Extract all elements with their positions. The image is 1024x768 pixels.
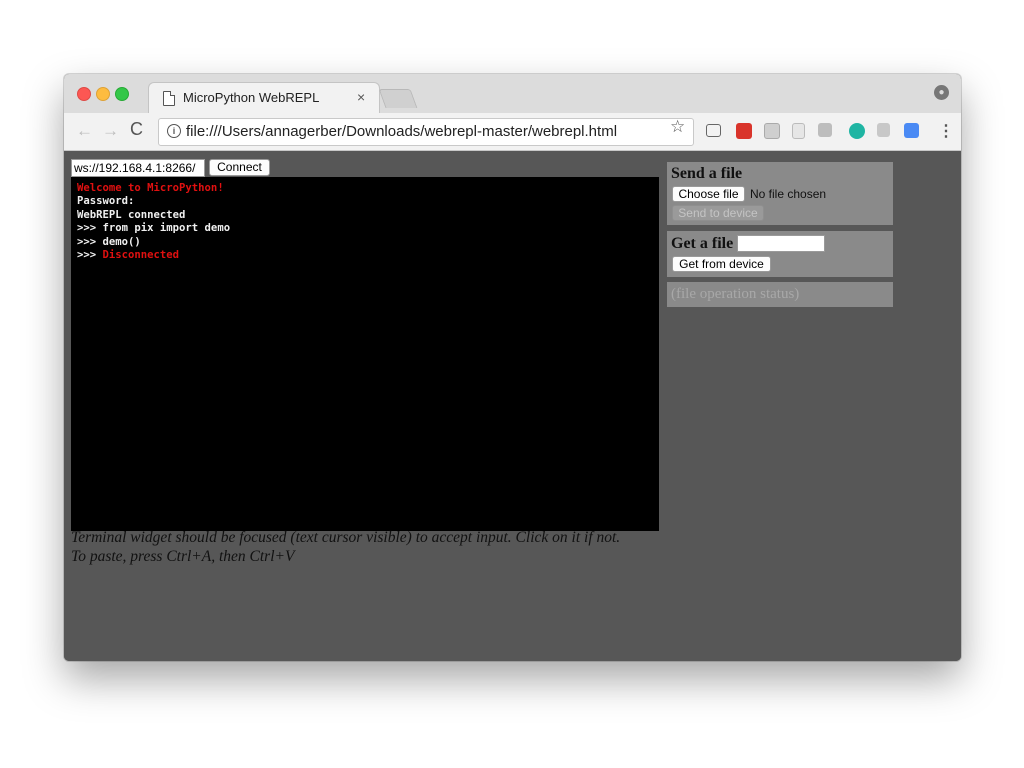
tab-strip: MicroPython WebREPL × ●	[64, 74, 961, 114]
window-close-button[interactable]	[77, 87, 91, 101]
extension-document-icon[interactable]	[792, 123, 805, 139]
extension-gray-icon[interactable]	[818, 123, 832, 137]
help-line-focus: Terminal widget should be focused (text …	[71, 529, 621, 546]
get-filename-input[interactable]	[737, 235, 825, 252]
window-minimize-button[interactable]	[96, 87, 110, 101]
address-bar-url[interactable]: file:///Users/annagerber/Downloads/webre…	[186, 123, 617, 140]
terminal-line: Welcome to MicroPython!	[77, 182, 224, 194]
forward-icon[interactable]: →	[102, 121, 119, 141]
terminal[interactable]: Welcome to MicroPython! Password: WebREPL …	[71, 177, 659, 531]
no-file-chosen-text: No file chosen	[750, 187, 827, 201]
page-content: Connect Welcome to MicroPython!Password:…	[64, 151, 961, 661]
tab-close-icon[interactable]: ×	[357, 89, 365, 105]
extension-red-icon[interactable]	[736, 123, 752, 139]
info-icon[interactable]: i	[167, 124, 181, 138]
get-from-device-button[interactable]: Get from device	[672, 256, 771, 272]
send-file-heading: Send a file	[671, 165, 743, 182]
send-to-device-button[interactable]: Send to device	[672, 205, 764, 221]
bookmark-star-icon[interactable]: ☆	[670, 117, 685, 137]
reload-icon[interactable]: C	[130, 119, 143, 140]
page-icon	[163, 91, 175, 106]
terminal-line: >>> from pix import demo	[77, 222, 231, 235]
help-line-paste: To paste, press Ctrl+A, then Ctrl+V	[71, 548, 295, 565]
connect-button[interactable]: Connect	[209, 159, 270, 176]
address-bar[interactable]: i file:///Users/annagerber/Downloads/web…	[158, 118, 694, 146]
cast-icon[interactable]	[706, 124, 721, 137]
file-status-panel: (file operation status)	[667, 282, 893, 307]
window-maximize-button[interactable]	[115, 87, 129, 101]
extension-circle-icon[interactable]	[849, 123, 865, 139]
get-file-panel: Get a file Get from device	[667, 231, 893, 277]
new-tab-button[interactable]	[378, 89, 418, 108]
back-icon[interactable]: ←	[76, 121, 93, 141]
terminal-prompt: >>>	[77, 249, 103, 262]
browser-menu-icon[interactable]: ⋮	[938, 121, 954, 141]
translate-icon[interactable]	[904, 123, 919, 138]
get-file-heading: Get a file	[671, 235, 734, 252]
browser-toolbar: ← → C i file:///Users/annagerber/Downloa…	[64, 113, 961, 151]
choose-file-button[interactable]: Choose file	[672, 186, 745, 202]
tab-title: MicroPython WebREPL	[183, 90, 320, 105]
terminal-help-text: Terminal widget should be focused (text …	[71, 528, 671, 566]
extension-grid-icon[interactable]	[764, 123, 780, 139]
terminal-line: >>> demo()	[77, 235, 141, 248]
websocket-url-input[interactable]	[71, 159, 205, 177]
profile-icon[interactable]: ●	[934, 85, 949, 100]
tab-webrepl[interactable]: MicroPython WebREPL ×	[148, 82, 380, 114]
extension-lines-icon[interactable]	[877, 123, 890, 137]
terminal-line: >>> Disconnected	[77, 249, 653, 262]
send-file-panel: Send a file Choose file No file chosen S…	[667, 162, 893, 225]
terminal-line: Password:	[77, 195, 135, 208]
terminal-disconnected-text: Disconnected	[102, 249, 180, 262]
terminal-line: WebREPL connected	[77, 208, 186, 221]
file-operation-status: (file operation status)	[671, 286, 800, 302]
browser-window: MicroPython WebREPL × ● ← → C i file:///…	[64, 74, 961, 661]
